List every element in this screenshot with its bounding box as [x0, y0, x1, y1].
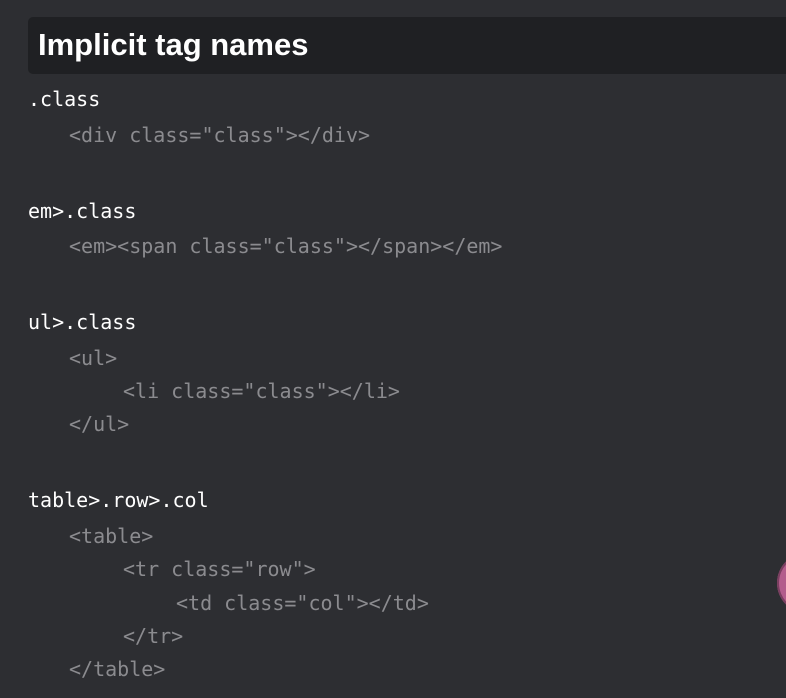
- output-line: </ul>: [69, 412, 130, 436]
- output-line: </table>: [69, 657, 166, 681]
- abbreviation-ul-class: ul>.class: [28, 310, 137, 334]
- output-line: </tr>: [123, 624, 184, 648]
- page: Implicit tag names .class <div class="cl…: [0, 0, 786, 698]
- output-line: <ul>: [69, 346, 118, 370]
- output-line: <li class="class"></li>: [123, 379, 400, 403]
- output-line: <tr class="row">: [123, 557, 316, 581]
- abbreviation-table-row-col: table>.row>.col: [28, 488, 209, 512]
- output-line: <table>: [69, 524, 154, 548]
- abbreviation-em-class: em>.class: [28, 199, 137, 223]
- abbreviation-class: .class: [28, 87, 101, 111]
- section-heading-bar: Implicit tag names: [28, 17, 786, 74]
- output-line: <div class="class"></div>: [69, 123, 371, 147]
- output-line: <em><span class="class"></span></em>: [69, 234, 503, 258]
- output-line: <td class="col"></td>: [176, 591, 429, 615]
- section-title: Implicit tag names: [38, 27, 309, 62]
- floating-action-button[interactable]: [777, 553, 786, 613]
